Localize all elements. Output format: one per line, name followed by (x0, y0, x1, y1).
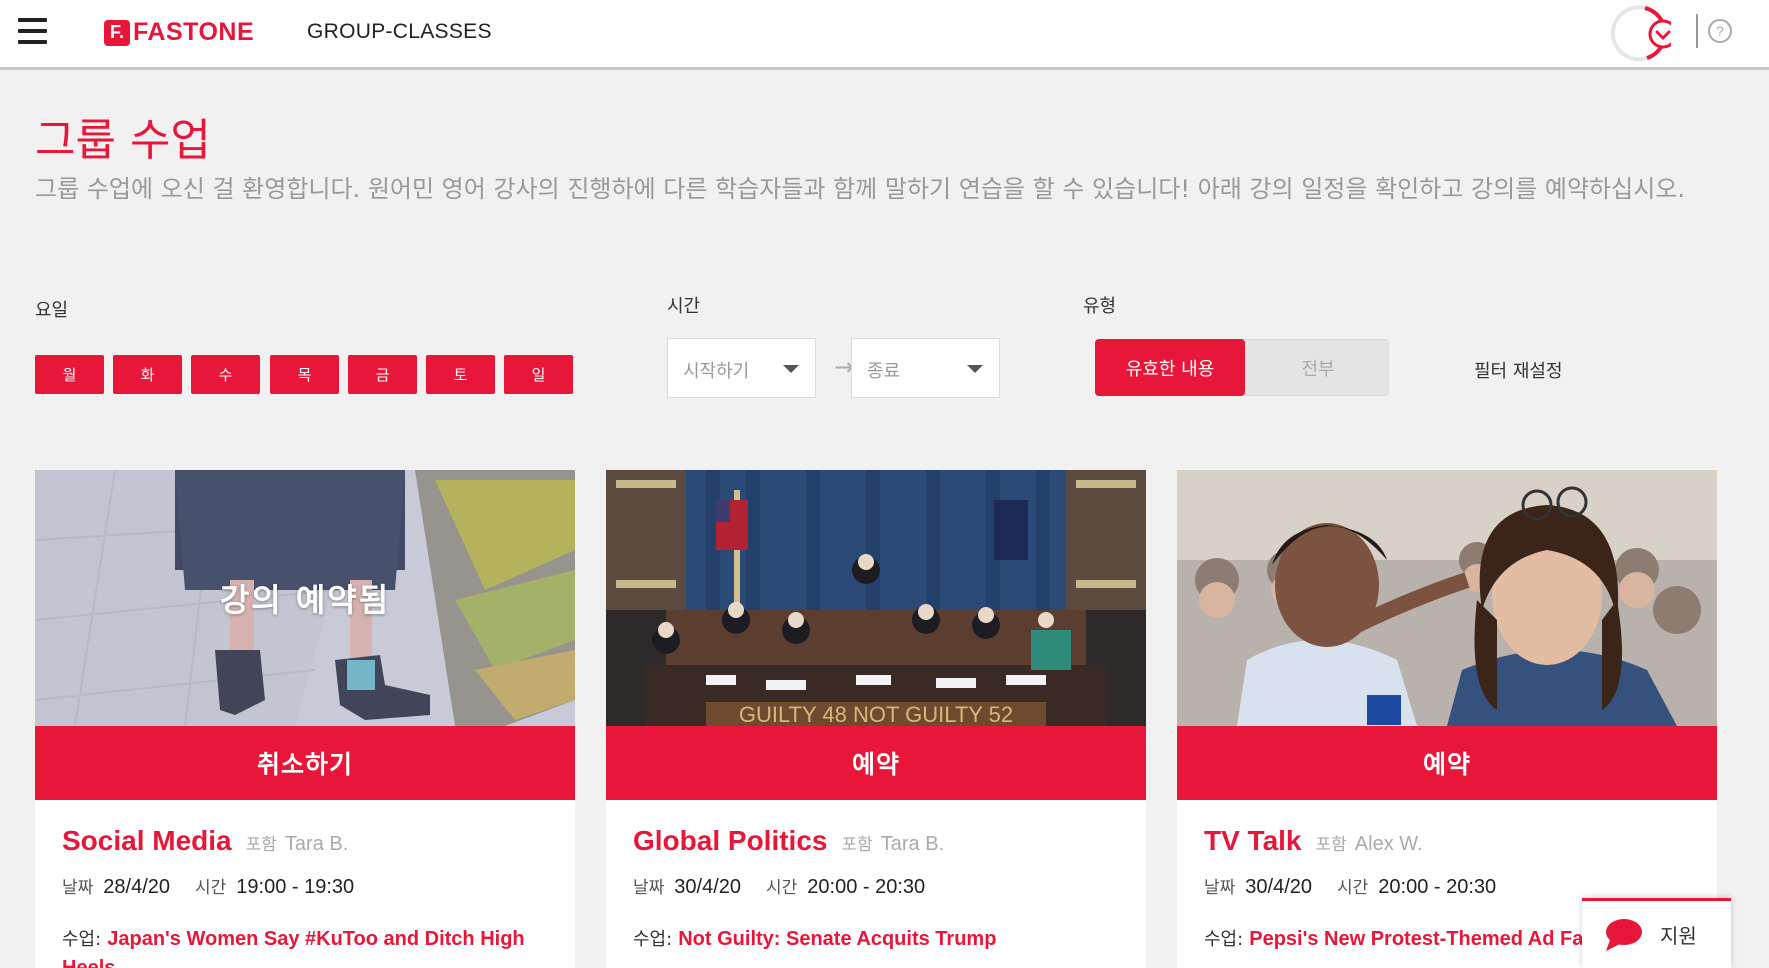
nav-title: GROUP-CLASSES (307, 20, 492, 43)
type-all-button[interactable]: 전부 (1246, 340, 1390, 395)
with-label: 포함 (1315, 835, 1347, 855)
time-value: 20:00 - 20:30 (807, 876, 926, 898)
teacher-name: Alex W. (1354, 833, 1423, 855)
image-caption: GUILTY 48 NOT GUILTY 52 (739, 702, 1013, 726)
class-card: GUILTY 48 NOT GUILTY 52 예약 Global Politi… (606, 470, 1146, 968)
class-link[interactable]: Not Guilty: Senate Acquits Trump (678, 928, 996, 950)
class-label: 수업: (1204, 929, 1244, 950)
time-end-placeholder: 종료 (867, 361, 901, 382)
book-button[interactable]: 예약 (1177, 726, 1717, 800)
class-link[interactable]: Pepsi's New Protest-Themed Ad Fails (1249, 928, 1605, 950)
class-label: 수업: (62, 929, 102, 950)
date-value: 30/4/20 (674, 876, 742, 898)
teacher-name: Tara B. (880, 833, 945, 855)
card-title[interactable]: Social Media (62, 825, 232, 857)
day-button-sun[interactable]: 일 (504, 355, 573, 394)
day-button-tue[interactable]: 화 (113, 355, 182, 394)
date-label: 날짜 (633, 878, 665, 898)
logo-text: FASTONE (133, 18, 255, 46)
time-start-placeholder: 시작하기 (683, 361, 750, 382)
header-divider (1696, 14, 1698, 48)
day-button-fri[interactable]: 금 (348, 355, 417, 394)
day-button-sat[interactable]: 토 (426, 355, 495, 394)
teacher-name: Tara B. (284, 833, 349, 855)
day-button-wed[interactable]: 수 (191, 355, 260, 394)
class-image (1177, 470, 1717, 726)
with-label: 포함 (841, 835, 873, 855)
type-active-button[interactable]: 유효한 내용 (1095, 339, 1245, 396)
card-body: Social Media 포함 Tara B. 날짜 28/4/20 시간 19… (62, 825, 552, 968)
time-start-select[interactable]: 시작하기 (667, 338, 816, 398)
help-icon[interactable]: ? (1708, 19, 1732, 43)
book-button[interactable]: 예약 (606, 726, 1146, 800)
card-title[interactable]: Global Politics (633, 825, 827, 857)
days-filter-label: 요일 (35, 300, 69, 321)
timer-icon[interactable] (1605, 2, 1671, 64)
top-bar: F. FASTONE GROUP-CLASSES ? (0, 0, 1769, 70)
chat-bubble-icon (1606, 918, 1642, 951)
booked-label: 강의 예약됨 (219, 581, 391, 619)
card-body: Global Politics 포함 Tara B. 날짜 30/4/20 시간… (633, 825, 1123, 954)
logo-mark: F. (104, 19, 130, 46)
date-label: 날짜 (62, 878, 94, 898)
time-value: 19:00 - 19:30 (236, 876, 355, 898)
support-label: 지원 (1660, 924, 1697, 948)
card-title[interactable]: TV Talk (1204, 825, 1302, 857)
date-value: 30/4/20 (1245, 876, 1313, 898)
cancel-button[interactable]: 취소하기 (35, 726, 575, 800)
day-button-thu[interactable]: 목 (270, 355, 339, 394)
time-label: 시간 (195, 878, 227, 898)
type-toggle: 유효한 내용 전부 (1095, 339, 1389, 396)
class-image: 강의 예약됨 (35, 470, 575, 726)
class-image: GUILTY 48 NOT GUILTY 52 (606, 470, 1146, 726)
class-link[interactable]: Japan's Women Say #KuToo and Ditch High … (62, 928, 525, 968)
class-label: 수업: (633, 929, 673, 950)
class-card: 예약 TV Talk 포함 Alex W. 날짜 30/4/20 시간 20:0… (1177, 470, 1717, 968)
with-label: 포함 (245, 835, 277, 855)
reset-filters-link[interactable]: 필터 재설정 (1474, 357, 1563, 383)
time-label: 시간 (766, 878, 798, 898)
class-card: 강의 예약됨 취소하기 Social Media 포함 Tara B. 날짜 2… (35, 470, 575, 968)
chevron-down-icon (783, 365, 799, 373)
logo[interactable]: F. FASTONE (104, 18, 254, 47)
menu-icon[interactable] (18, 18, 47, 44)
chevron-down-icon (967, 365, 983, 373)
time-end-select[interactable]: 종료 (851, 338, 1000, 398)
date-label: 날짜 (1204, 878, 1236, 898)
time-label: 시간 (1337, 878, 1369, 898)
type-filter-label: 유형 (1083, 296, 1117, 317)
support-widget[interactable]: 지원 (1582, 898, 1731, 968)
date-value: 28/4/20 (103, 876, 171, 898)
booked-overlay: 강의 예약됨 (35, 470, 575, 726)
time-filter-label: 시간 (667, 296, 701, 317)
page-title: 그룹 수업 (35, 115, 211, 166)
day-button-mon[interactable]: 월 (35, 355, 104, 394)
intro-text: 그룹 수업에 오신 걸 환영합니다. 원어민 영어 강사의 진행하에 다른 학습… (35, 175, 1685, 203)
time-value: 20:00 - 20:30 (1378, 876, 1497, 898)
